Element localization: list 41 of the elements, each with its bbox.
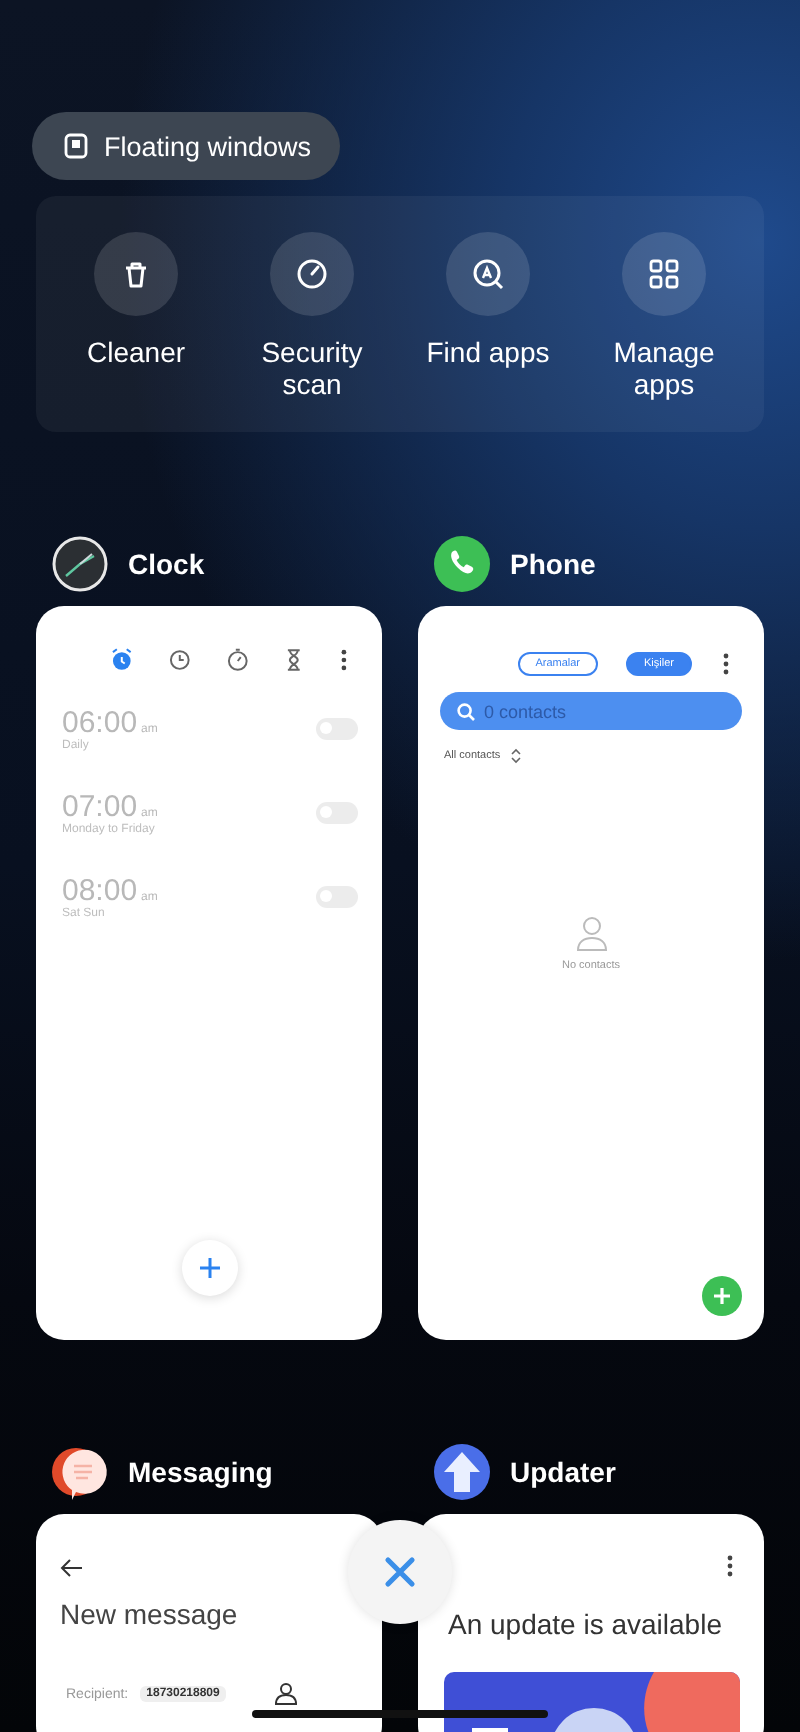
gauge-icon: [292, 254, 332, 294]
sort-arrows-icon[interactable]: [510, 748, 523, 764]
screen-title: New message: [60, 1598, 240, 1630]
more-icon[interactable]: [720, 650, 732, 678]
app-name: Phone: [510, 548, 596, 580]
add-alarm-button[interactable]: [181, 1240, 237, 1296]
alarm-icon[interactable]: [108, 646, 136, 674]
app-name: Messaging: [128, 1456, 273, 1488]
alarm-time: 07:00: [62, 789, 138, 823]
floating-windows-button[interactable]: Floating windows: [32, 112, 340, 180]
app-name: Clock: [128, 548, 205, 580]
back-arrow-icon[interactable]: [60, 1558, 84, 1578]
quick-action-button[interactable]: [94, 232, 178, 316]
more-icon[interactable]: [724, 1552, 736, 1580]
alarm-time: 06:00: [62, 705, 138, 739]
search-icon: [468, 254, 508, 294]
app-name: Updater: [510, 1456, 616, 1488]
grid-icon: [644, 254, 684, 294]
quick-action-button[interactable]: [446, 232, 530, 316]
clock-icon[interactable]: [48, 532, 112, 596]
phone-icon[interactable]: [430, 532, 494, 596]
action-label: Manage apps: [611, 336, 717, 400]
search-icon: [456, 701, 476, 721]
action-label: Security scan: [259, 336, 365, 400]
more-icon[interactable]: [338, 646, 351, 674]
search-field[interactable]: 0 contacts: [440, 692, 742, 730]
action-label: Find apps: [426, 336, 550, 368]
window-icon: [62, 132, 90, 160]
update-title: An update is available: [448, 1608, 724, 1640]
action-label: Cleaner: [86, 336, 186, 368]
close-icon: [382, 1554, 418, 1590]
quick-action-button[interactable]: [622, 232, 706, 316]
plus-icon: [712, 1286, 732, 1306]
person-icon: [575, 916, 607, 952]
plus-icon: [197, 1256, 221, 1280]
clock-face-icon[interactable]: [165, 646, 194, 674]
alarm-time: 08:00: [62, 873, 138, 907]
quick-action-button[interactable]: [270, 232, 354, 316]
app-preview-card[interactable]: An update is available: [418, 1514, 764, 1732]
contact-icon[interactable]: [273, 1682, 298, 1706]
stopwatch-icon[interactable]: [223, 646, 251, 674]
